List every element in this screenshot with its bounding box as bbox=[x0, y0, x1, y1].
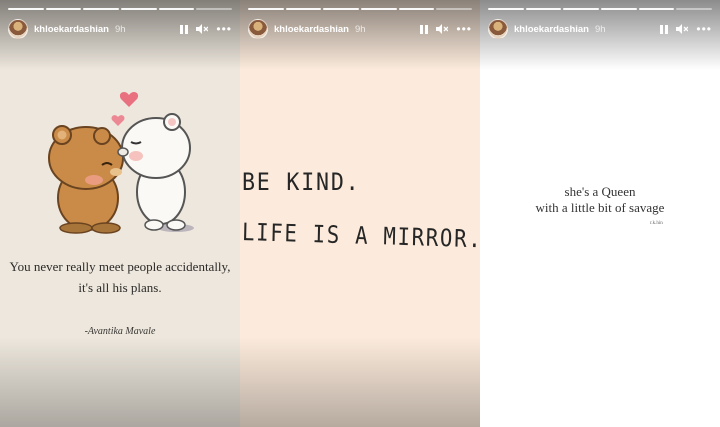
progress-segment bbox=[398, 8, 435, 10]
more-options-icon[interactable]: ••• bbox=[696, 23, 712, 35]
progress-segment bbox=[158, 8, 195, 10]
quote-line: she's a Queen bbox=[564, 184, 636, 199]
avatar[interactable] bbox=[488, 19, 508, 39]
story-controls: ••• bbox=[180, 23, 232, 35]
mute-icon[interactable] bbox=[196, 24, 209, 34]
story-header: khloekardashian 9h ••• bbox=[248, 18, 472, 40]
story-quote: You never really meet people accidentall… bbox=[0, 256, 240, 298]
story-2[interactable]: BE KIND. LIFE IS A MIRROR. khloekardashi… bbox=[240, 0, 480, 427]
stories-strip: You never really meet people accidentall… bbox=[0, 0, 720, 427]
pause-icon[interactable] bbox=[420, 24, 429, 34]
progress-segment bbox=[121, 8, 157, 10]
timestamp: 9h bbox=[594, 23, 606, 35]
progress-segment bbox=[563, 8, 600, 10]
quote-line: it's all his plans. bbox=[78, 280, 162, 295]
heart-icon bbox=[111, 115, 125, 126]
story-controls: ••• bbox=[420, 23, 472, 35]
timestamp: 9h bbox=[114, 23, 126, 35]
progress-segment bbox=[488, 8, 524, 10]
username[interactable]: khloekardashian bbox=[274, 24, 349, 35]
username[interactable]: khloekardashian bbox=[514, 24, 589, 35]
progress-segment bbox=[601, 8, 637, 10]
progress-segment bbox=[196, 8, 233, 10]
heart-icon bbox=[119, 92, 139, 107]
progress-segment bbox=[436, 8, 473, 10]
avatar[interactable] bbox=[8, 19, 28, 39]
progress-segment bbox=[638, 8, 675, 10]
story-quote: she's a Queen with a little bit of savag… bbox=[480, 184, 720, 216]
more-options-icon[interactable]: ••• bbox=[456, 23, 472, 35]
bottom-shade bbox=[0, 337, 240, 427]
timestamp: 9h bbox=[354, 23, 366, 35]
quote-line: You never really meet people accidentall… bbox=[9, 259, 231, 274]
progress-bar bbox=[8, 8, 233, 10]
progress-segment bbox=[45, 8, 82, 10]
mute-icon[interactable] bbox=[436, 24, 449, 34]
avatar[interactable] bbox=[248, 19, 268, 39]
progress-segment bbox=[83, 8, 120, 10]
more-options-icon[interactable]: ••• bbox=[216, 23, 232, 35]
progress-segment bbox=[361, 8, 397, 10]
signature: r.k.hin bbox=[650, 221, 663, 226]
progress-segment bbox=[248, 8, 284, 10]
story-header: khloekardashian 9h ••• bbox=[488, 18, 712, 40]
bears-kissing-illustration bbox=[36, 80, 206, 235]
progress-bar bbox=[488, 8, 713, 10]
progress-segment bbox=[8, 8, 44, 10]
story-3[interactable]: she's a Queen with a little bit of savag… bbox=[480, 0, 720, 427]
progress-segment bbox=[676, 8, 713, 10]
story-header: khloekardashian 9h ••• bbox=[8, 18, 232, 40]
quote-author: -Avantika Mavale bbox=[84, 326, 156, 337]
life-is-a-mirror-text: LIFE IS A MIRROR. bbox=[241, 218, 480, 254]
progress-segment bbox=[323, 8, 360, 10]
bottom-shade bbox=[240, 337, 480, 427]
story-controls: ••• bbox=[660, 23, 712, 35]
progress-segment bbox=[525, 8, 562, 10]
username[interactable]: khloekardashian bbox=[34, 24, 109, 35]
story-1[interactable]: You never really meet people accidentall… bbox=[0, 0, 240, 427]
progress-segment bbox=[285, 8, 322, 10]
quote-line: with a little bit of savage bbox=[535, 200, 665, 215]
progress-bar bbox=[248, 8, 473, 10]
be-kind-text: BE KIND. bbox=[242, 168, 361, 196]
mute-icon[interactable] bbox=[676, 24, 689, 34]
pause-icon[interactable] bbox=[180, 24, 189, 34]
pause-icon[interactable] bbox=[660, 24, 669, 34]
